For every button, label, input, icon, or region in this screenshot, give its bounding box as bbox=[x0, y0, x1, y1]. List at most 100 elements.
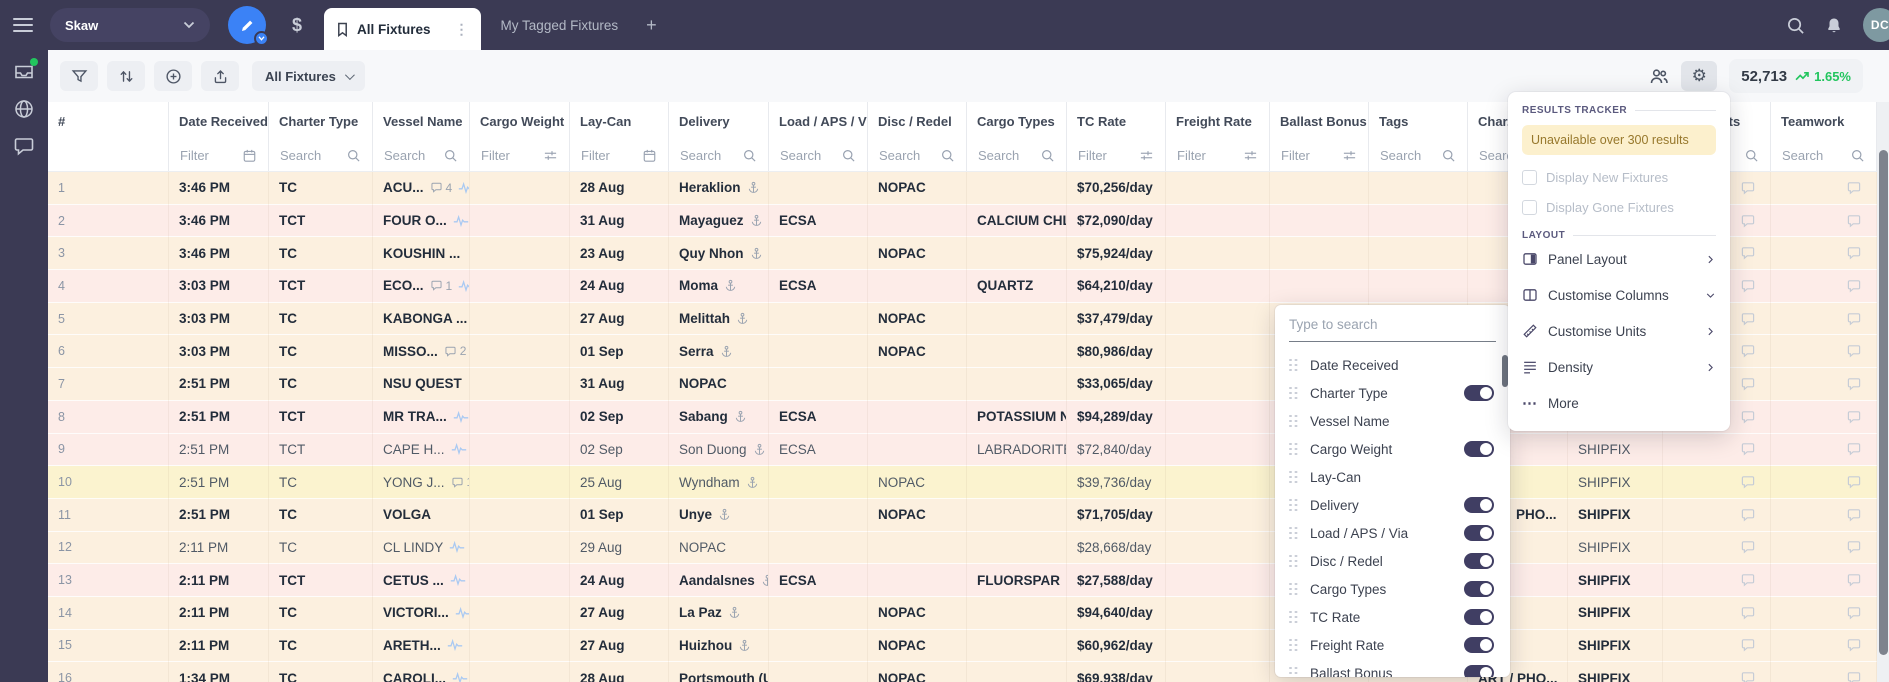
drag-handle-icon[interactable] bbox=[1289, 555, 1297, 568]
col-filter-teamwork[interactable]: Search bbox=[1771, 140, 1877, 171]
bubble-big-icon[interactable] bbox=[1740, 213, 1756, 229]
col-header-tc_rate[interactable]: TC Rate bbox=[1067, 102, 1166, 140]
column-toggle-row-cargo-types[interactable]: Cargo Types bbox=[1289, 575, 1494, 603]
filter-button[interactable] bbox=[60, 61, 98, 91]
pulse-icon[interactable] bbox=[453, 215, 469, 227]
export-button[interactable] bbox=[201, 61, 239, 91]
bubble-big-icon[interactable] bbox=[1846, 409, 1862, 425]
bubble-big-icon[interactable] bbox=[1740, 474, 1756, 490]
column-toggle-row-ballast-bonus[interactable]: Ballast Bonus bbox=[1289, 659, 1494, 677]
bubble-big-icon[interactable] bbox=[1846, 311, 1862, 327]
drag-handle-icon[interactable] bbox=[1289, 443, 1297, 456]
col-header-date[interactable]: Date Received bbox=[169, 102, 269, 140]
search-icon[interactable] bbox=[1441, 148, 1456, 163]
col-header-ballast[interactable]: Ballast Bonus bbox=[1270, 102, 1369, 140]
column-toggle-row-charter-type[interactable]: Charter Type bbox=[1289, 379, 1494, 407]
table-row[interactable]: 92:51 PMTCTCAPE H...02 SepSon DuongECSAL… bbox=[48, 434, 1877, 467]
col-header-tags[interactable]: Tags bbox=[1369, 102, 1468, 140]
menu-item-more[interactable]: ⋯More bbox=[1522, 385, 1716, 421]
col-header-num[interactable]: # bbox=[48, 102, 169, 140]
col-header-charter[interactable]: Charter Type bbox=[269, 102, 373, 140]
comment-count-badge[interactable]: 2 bbox=[444, 344, 467, 358]
table-row[interactable]: 142:11 PMTCVICTORI...27 AugLa PazNOPAC$9… bbox=[48, 597, 1877, 630]
view-selector[interactable]: All Fixtures bbox=[252, 61, 365, 91]
globe-icon[interactable] bbox=[13, 98, 35, 120]
bubble-big-icon[interactable] bbox=[1740, 245, 1756, 261]
col-filter-laycan[interactable]: Filter bbox=[570, 140, 669, 171]
col-header-load[interactable]: Load / APS / Via bbox=[769, 102, 868, 140]
col-filter-ballast[interactable]: Filter bbox=[1270, 140, 1369, 171]
toggle-on[interactable] bbox=[1464, 665, 1494, 677]
hamburger-menu-icon[interactable] bbox=[12, 16, 34, 34]
menu-item-density[interactable]: Density bbox=[1522, 349, 1716, 385]
search-icon[interactable] bbox=[346, 148, 361, 163]
bubble-big-icon[interactable] bbox=[1740, 572, 1756, 588]
bubble-big-icon[interactable] bbox=[1740, 278, 1756, 294]
pulse-icon[interactable] bbox=[451, 443, 467, 455]
bubble-big-icon[interactable] bbox=[1846, 213, 1862, 229]
table-row[interactable]: 102:51 PMTCYONG J...125 AugWyndhamNOPAC$… bbox=[48, 466, 1877, 499]
col-filter-vessel[interactable]: Search bbox=[373, 140, 470, 171]
chat-icon[interactable] bbox=[13, 135, 35, 157]
comment-count-badge[interactable]: 1 bbox=[430, 279, 453, 293]
sliders-icon[interactable] bbox=[1342, 148, 1357, 163]
bubble-big-icon[interactable] bbox=[1846, 539, 1862, 555]
bubble-big-icon[interactable] bbox=[1740, 670, 1756, 682]
table-row[interactable]: 152:11 PMTCARETH...27 AugHuizhouNOPAC$60… bbox=[48, 630, 1877, 663]
col-filter-tags[interactable]: Search bbox=[1369, 140, 1468, 171]
col-header-delivery[interactable]: Delivery bbox=[669, 102, 769, 140]
search-icon[interactable] bbox=[1850, 148, 1865, 163]
comment-count-badge[interactable]: 1 bbox=[451, 475, 470, 489]
bubble-big-icon[interactable] bbox=[1740, 311, 1756, 327]
sliders-icon[interactable] bbox=[543, 148, 558, 163]
workspace-selector[interactable]: Skaw bbox=[50, 8, 210, 42]
col-filter-disc[interactable]: Search bbox=[868, 140, 967, 171]
column-toggle-row-tc-rate[interactable]: TC Rate bbox=[1289, 603, 1494, 631]
col-filter-cargo_types[interactable]: Search bbox=[967, 140, 1067, 171]
toggle-on[interactable] bbox=[1464, 553, 1494, 569]
tab-my-tagged-fixtures[interactable]: My Tagged Fixtures bbox=[481, 0, 639, 50]
toggle-on[interactable] bbox=[1464, 441, 1494, 457]
bubble-big-icon[interactable] bbox=[1740, 507, 1756, 523]
search-icon[interactable] bbox=[940, 148, 955, 163]
calendar-icon[interactable] bbox=[242, 148, 257, 163]
drag-handle-icon[interactable] bbox=[1289, 583, 1297, 596]
tab-all-fixtures[interactable]: All Fixtures ⋮ bbox=[324, 8, 481, 50]
bubble-big-icon[interactable] bbox=[1846, 507, 1862, 523]
pulse-icon[interactable] bbox=[447, 639, 463, 651]
bubble-big-icon[interactable] bbox=[1740, 605, 1756, 621]
currency-icon[interactable]: $ bbox=[292, 15, 302, 36]
toggle-on[interactable] bbox=[1464, 637, 1494, 653]
pulse-icon[interactable] bbox=[449, 541, 465, 553]
scrollbar-thumb[interactable] bbox=[1879, 150, 1888, 655]
bubble-big-icon[interactable] bbox=[1740, 441, 1756, 457]
search-icon[interactable] bbox=[1744, 148, 1759, 163]
users-icon[interactable] bbox=[1649, 67, 1669, 86]
col-filter-cargo_weight[interactable]: Filter bbox=[470, 140, 570, 171]
col-header-freight[interactable]: Freight Rate bbox=[1166, 102, 1270, 140]
pulse-icon[interactable] bbox=[458, 280, 470, 292]
pulse-icon[interactable] bbox=[452, 672, 468, 682]
column-toggle-row-delivery[interactable]: Delivery bbox=[1289, 491, 1494, 519]
col-filter-date[interactable]: Filter bbox=[169, 140, 269, 171]
search-icon[interactable] bbox=[1040, 148, 1055, 163]
bubble-big-icon[interactable] bbox=[1740, 539, 1756, 555]
inbox-icon[interactable] bbox=[13, 61, 35, 83]
bubble-big-icon[interactable] bbox=[1846, 278, 1862, 294]
search-icon[interactable] bbox=[841, 148, 856, 163]
checkbox-display-new-fixtures[interactable]: Display New Fixtures bbox=[1522, 170, 1716, 185]
menu-item-customise-columns[interactable]: Customise Columns bbox=[1522, 277, 1716, 313]
col-filter-charter[interactable]: Search bbox=[269, 140, 373, 171]
drag-handle-icon[interactable] bbox=[1289, 387, 1297, 400]
col-filter-freight[interactable]: Filter bbox=[1166, 140, 1270, 171]
column-toggle-row-lay-can[interactable]: Lay-Can bbox=[1289, 463, 1494, 491]
col-header-disc[interactable]: Disc / Redel bbox=[868, 102, 967, 140]
col-header-cargo_weight[interactable]: Cargo Weight bbox=[470, 102, 570, 140]
drag-handle-icon[interactable] bbox=[1289, 471, 1297, 484]
bubble-big-icon[interactable] bbox=[1740, 343, 1756, 359]
drag-handle-icon[interactable] bbox=[1289, 499, 1297, 512]
table-row[interactable]: 112:51 PMTCVOLGA01 SepUnyeNOPAC$71,705/d… bbox=[48, 499, 1877, 532]
calendar-icon[interactable] bbox=[642, 148, 657, 163]
drag-handle-icon[interactable] bbox=[1289, 667, 1297, 678]
sliders-icon[interactable] bbox=[1243, 148, 1258, 163]
